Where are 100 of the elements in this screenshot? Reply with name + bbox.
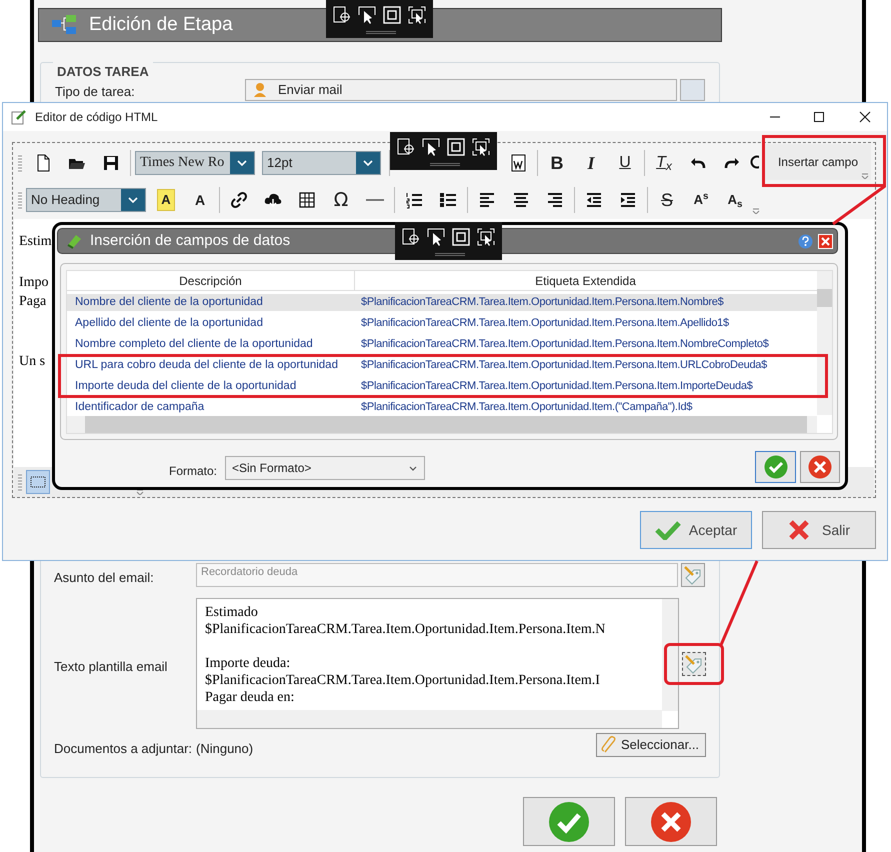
- editor-text: Un s: [19, 353, 46, 371]
- tag-pencil-icon: [683, 565, 703, 585]
- close-icon[interactable]: [859, 111, 871, 123]
- format-dropdown[interactable]: <Sin Formato>: [225, 456, 425, 480]
- highlight-button[interactable]: A: [149, 185, 183, 215]
- cloud-download-icon: [264, 191, 282, 209]
- vertical-scrollbar[interactable]: [662, 599, 678, 711]
- cancel-button[interactable]: [800, 451, 840, 483]
- window-title: Edición de Etapa: [89, 12, 233, 37]
- underline-button[interactable]: U: [608, 148, 642, 178]
- grip-icon: [17, 473, 23, 491]
- vertical-scrollbar[interactable]: [817, 271, 832, 415]
- person-icon: [254, 83, 266, 97]
- notepad-pencil-icon: [11, 109, 27, 125]
- dropdown-value: Times New Ro: [139, 154, 226, 172]
- table-cell-text: $PlanificacionTareaCRM.Tarea.Item.Oportunidad.Item.Persona.Item.ImporteDeuda$: [360, 379, 754, 394]
- exit-button[interactable]: Salir: [762, 511, 876, 549]
- table-cell-text: $PlanificacionTareaCRM.Tarea.Item.Oportunidad.Item.Persona.Item.Nombre$: [360, 295, 725, 310]
- annotation-line: [832, 184, 886, 226]
- screen-target-icon[interactable]: [397, 138, 416, 156]
- confirm-button[interactable]: [755, 451, 796, 483]
- template-textarea[interactable]: Estimado $PlanificacionTareaCRM.Tarea.Item.Oportunidad.Item.Persona.Item.N Importe deuda: $PlanificacionTareaCRM.Tarea.Item.Oportunidad.Item.Persona.Item.I Pagar deuda en:: [196, 598, 679, 729]
- check-icon: [654, 520, 681, 540]
- dropdown-value: No Heading: [30, 191, 101, 209]
- font-color-button[interactable]: A: [183, 185, 217, 215]
- tag-edit-button[interactable]: [682, 652, 706, 676]
- dropdown-value: <Sin Formato>: [232, 460, 312, 477]
- table-cell-text: Nombre completo del cliente de la oportunidad: [74, 336, 314, 352]
- highlight-overlay: [664, 643, 724, 685]
- subject-field[interactable]: Recordatorio deuda: [196, 563, 678, 587]
- table-cell-text: URL para cobro deuda del cliente de la oportunidad: [74, 358, 339, 373]
- heading-dropdown[interactable]: No Heading: [26, 188, 146, 212]
- align-left-icon: [478, 191, 496, 209]
- x-icon: [808, 455, 832, 479]
- accept-button[interactable]: Aceptar: [640, 511, 752, 549]
- help-icon[interactable]: [798, 234, 813, 249]
- bold-button[interactable]: B: [540, 148, 574, 178]
- italic-button[interactable]: I: [574, 148, 608, 178]
- tag-pencil-icon: [684, 654, 704, 674]
- table-cell-text: $PlanificacionTareaCRM.Tarea.Item.Oportunidad.Item.Persona.Item.NombreCompleto$: [360, 337, 770, 352]
- horizontal-scrollbar[interactable]: [67, 416, 817, 433]
- square-icon[interactable]: [452, 228, 470, 246]
- dropdown-value: Enviar mail: [278, 81, 342, 100]
- x-icon: [650, 800, 692, 842]
- cursor-frame-icon[interactable]: [476, 228, 495, 246]
- word-document-icon: [509, 154, 527, 172]
- screen-target-icon[interactable]: [333, 6, 352, 24]
- table-cell-text: Identificador de campaña: [74, 400, 206, 415]
- cursor-frame-icon[interactable]: [472, 138, 490, 156]
- column-header[interactable]: Etiqueta Extendida: [355, 271, 816, 290]
- font-family-dropdown[interactable]: Times New Ro: [135, 151, 255, 175]
- strikethrough-button[interactable]: S: [650, 185, 684, 215]
- design-view-button[interactable]: [26, 470, 50, 494]
- field-value: (Ninguno): [196, 740, 254, 758]
- superscript-button[interactable]: A$^{s}$: [684, 185, 718, 215]
- cursor-icon[interactable]: [358, 6, 376, 24]
- table-cell-text: Nombre del cliente de la oportunidad: [74, 294, 264, 310]
- column-header[interactable]: Descripción: [67, 271, 355, 290]
- square-icon[interactable]: [446, 138, 465, 156]
- square-icon[interactable]: [382, 6, 401, 24]
- cancel-button[interactable]: [625, 797, 717, 846]
- x-icon: [788, 519, 810, 541]
- insert-field-button[interactable]: Insertar campo: [765, 144, 871, 180]
- dropdown-value: 12pt: [266, 154, 294, 172]
- task-type-dropdown[interactable]: Enviar mail: [245, 79, 677, 101]
- subscript-button[interactable]: A$_{s}$: [718, 185, 752, 215]
- screen-target-icon[interactable]: [402, 228, 420, 246]
- cursor-icon[interactable]: [427, 228, 446, 246]
- bullet-list-icon: [439, 191, 457, 209]
- table-row[interactable]: Nombre del cliente de la oportunidad $PlanificacionTareaCRM.Tarea.Item.Oportunidad.Item.Persona.Item.Nombre$: [67, 294, 817, 311]
- check-icon: [548, 800, 590, 842]
- paperclip-icon: [601, 736, 617, 754]
- editor-text: Impo: [19, 274, 49, 292]
- maximize-icon[interactable]: [813, 111, 825, 123]
- dotted-frame-icon: [30, 476, 46, 488]
- font-size-dropdown[interactable]: 12pt: [262, 151, 381, 175]
- overflow-icon[interactable]: [136, 489, 144, 495]
- field-label: Documentos a adjuntar:: [54, 740, 192, 758]
- template-line: $PlanificacionTareaCRM.Tarea.Item.Oportunidad.Item.Persona.Item.N: [205, 621, 606, 638]
- table-cell-text: $PlanificacionTareaCRM.Tarea.Item.Oportunidad.Item.Persona.Item.URLCobroDeuda$: [360, 358, 768, 374]
- outdent-icon: [585, 191, 603, 209]
- cursor-frame-icon[interactable]: [408, 6, 426, 24]
- window-title: Editor de código HTML: [35, 109, 158, 126]
- align-center-icon: [512, 191, 530, 209]
- table-cell-text: $PlanificacionTareaCRM.Tarea.Item.Oportunidad.Item.("Campaña").Id$: [360, 400, 694, 416]
- field-label: Texto plantilla email: [54, 658, 168, 676]
- editor-text: Estim: [19, 233, 52, 251]
- select-button[interactable]: Seleccionar...: [596, 733, 706, 757]
- special-character-button[interactable]: Ω: [324, 185, 358, 215]
- grip-icon: [17, 154, 23, 172]
- align-right-icon: [546, 191, 564, 209]
- cursor-icon[interactable]: [422, 138, 440, 156]
- template-line: Pagar deuda en:: [205, 689, 296, 706]
- horizontal-scrollbar[interactable]: [197, 710, 662, 728]
- check-icon: [764, 455, 788, 479]
- indent-icon: [619, 191, 637, 209]
- table-icon: [298, 191, 316, 209]
- clear-format-button[interactable]: T$_{x}$: [647, 148, 681, 178]
- confirm-button[interactable]: [523, 797, 615, 846]
- table-cell-text: $PlanificacionTareaCRM.Tarea.Item.Oportunidad.Item.Persona.Item.Apellido1$: [360, 316, 730, 332]
